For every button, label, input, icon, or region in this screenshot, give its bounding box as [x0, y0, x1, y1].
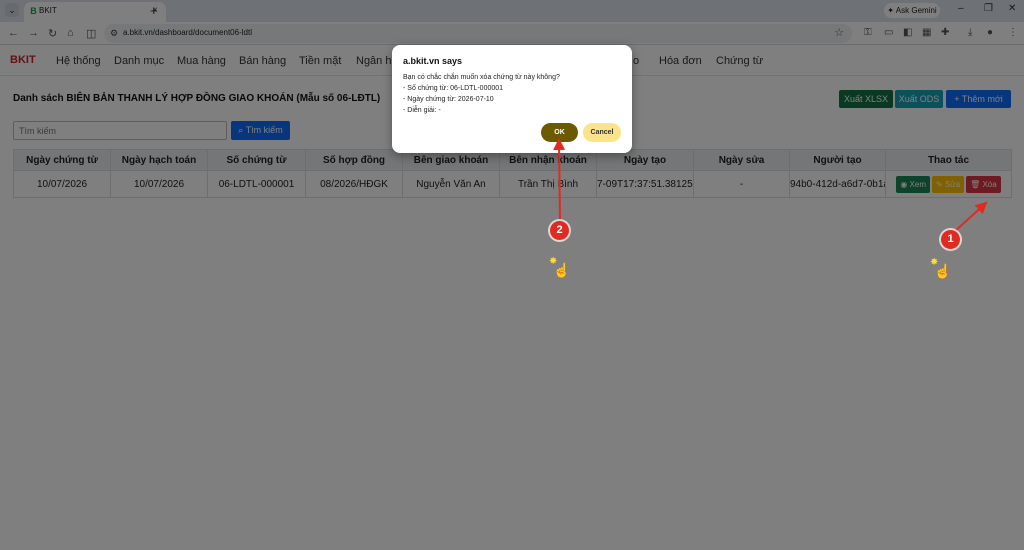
hand-cursor-icon: ☝ — [553, 262, 571, 278]
dialog-title: a.bkit.vn says — [403, 56, 463, 66]
confirm-dialog: a.bkit.vn says Bạn có chắc chắn muốn xóa… — [392, 45, 632, 153]
hand-cursor-icon: ☝ — [934, 263, 952, 279]
step-marker-2: 2 — [550, 221, 569, 240]
dialog-question: Bạn có chắc chắn muốn xóa chứng từ này k… — [403, 74, 560, 81]
dialog-doc-number: - Số chứng từ: 06-LDTL-000001 — [403, 85, 504, 92]
step-marker-1: 1 — [941, 230, 960, 249]
ok-button[interactable]: OK — [541, 123, 578, 142]
dialog-doc-date: - Ngày chứng từ: 2026-07-10 — [403, 96, 494, 103]
dialog-description: - Diễn giải: - — [403, 107, 441, 114]
cancel-button[interactable]: Cancel — [583, 123, 621, 142]
